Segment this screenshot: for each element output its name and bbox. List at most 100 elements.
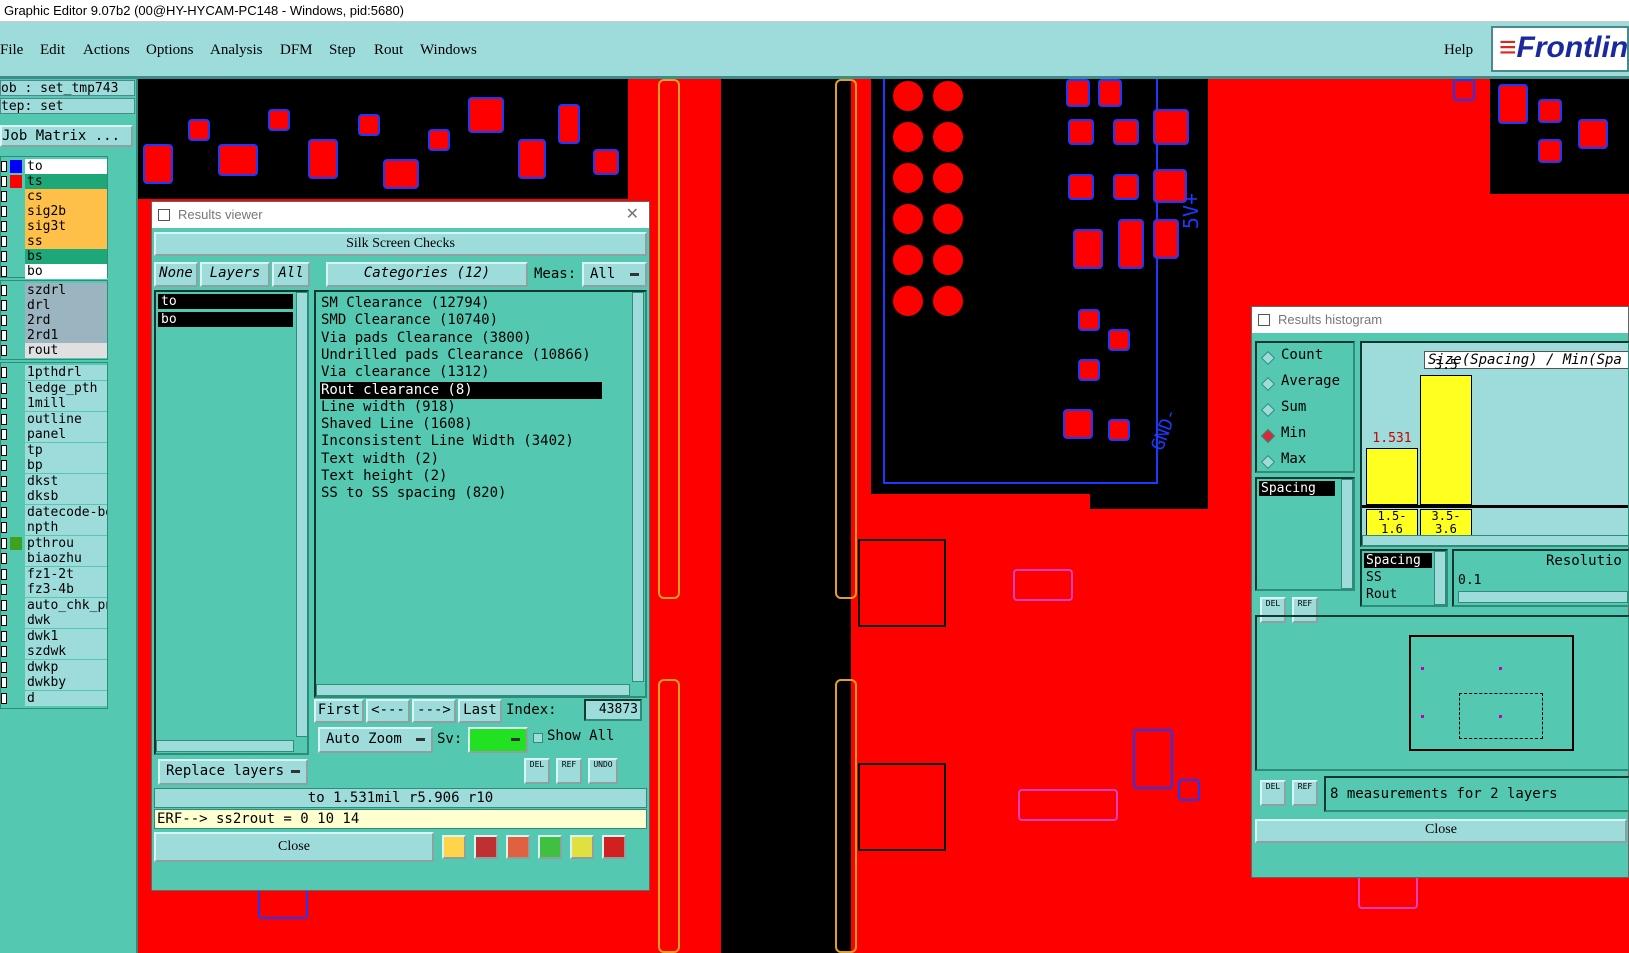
auto-zoom-dropdown[interactable]: Auto Zoom bbox=[318, 727, 433, 753]
resolution-list[interactable]: Spacing SS Rout bbox=[1360, 549, 1448, 607]
layer-name[interactable]: dwkby bbox=[25, 675, 107, 690]
layer-name[interactable]: biaozhu bbox=[25, 551, 107, 566]
layer-name[interactable]: sig2b bbox=[25, 204, 107, 219]
layer-row[interactable]: szdrl bbox=[1, 283, 111, 298]
none-button[interactable]: None bbox=[154, 262, 198, 287]
layer-name[interactable]: panel bbox=[25, 427, 107, 442]
toolbar-icon-2[interactable] bbox=[474, 835, 498, 859]
mode-radio[interactable] bbox=[1260, 454, 1276, 470]
layer-row[interactable]: bo bbox=[1, 264, 111, 279]
histogram-icon[interactable] bbox=[602, 835, 626, 859]
layer-name[interactable]: drl bbox=[25, 298, 107, 313]
layer-checkbox[interactable] bbox=[1, 522, 7, 533]
menu-file[interactable]: File bbox=[0, 42, 23, 59]
layer-row[interactable]: auto_chk_pn bbox=[1, 597, 111, 613]
layer-name[interactable]: 1pthdrl bbox=[25, 365, 107, 380]
layer-row[interactable]: dkst bbox=[1, 473, 111, 489]
layer-checkbox[interactable] bbox=[1, 176, 7, 187]
category-item[interactable]: Text width (2) bbox=[320, 451, 602, 468]
layer-name[interactable]: npth bbox=[25, 520, 107, 535]
menu-rout[interactable]: Rout bbox=[374, 42, 403, 59]
meas-dropdown[interactable]: All bbox=[582, 262, 647, 287]
preview-del-button[interactable]: DEL bbox=[1260, 780, 1286, 806]
layer-checkbox[interactable] bbox=[1, 692, 7, 704]
layer-checkbox[interactable] bbox=[1, 599, 7, 611]
category-item[interactable]: Via clearance (1312) bbox=[320, 364, 602, 381]
menu-windows[interactable]: Windows bbox=[420, 42, 477, 59]
preview-ref-button[interactable]: REF bbox=[1292, 780, 1318, 806]
next-button[interactable]: ---> bbox=[412, 699, 456, 723]
layer-row[interactable]: drl bbox=[1, 298, 111, 313]
layer-row[interactable]: rout bbox=[1, 343, 111, 358]
layer-name[interactable]: fz3-4b bbox=[25, 582, 107, 597]
layer-row[interactable]: dwkby bbox=[1, 675, 111, 690]
layer-checkbox[interactable] bbox=[1, 677, 7, 688]
layer-name[interactable]: bo bbox=[25, 264, 107, 279]
layer-checkbox[interactable] bbox=[1, 398, 7, 409]
layer-name[interactable]: szdwk bbox=[25, 644, 107, 659]
category-item[interactable]: SS to SS spacing (820) bbox=[320, 485, 602, 502]
category-item[interactable]: Shaved Line (1608) bbox=[320, 416, 602, 433]
layer-checkbox[interactable] bbox=[1, 413, 7, 425]
layer-name[interactable]: 2rd1 bbox=[25, 328, 107, 343]
menu-options[interactable]: Options bbox=[146, 42, 194, 59]
layer-name[interactable]: szdrl bbox=[25, 283, 107, 298]
layer-name[interactable]: 1mill bbox=[25, 396, 107, 411]
layer-row[interactable]: bs bbox=[1, 249, 111, 264]
layer-checkbox[interactable] bbox=[1, 285, 7, 296]
layer-name[interactable]: pthrou bbox=[25, 535, 107, 551]
layer-row[interactable]: szdwk bbox=[1, 644, 111, 659]
layer-checkbox[interactable] bbox=[1, 491, 7, 502]
mode-label[interactable]: Average bbox=[1281, 373, 1340, 389]
menu-help[interactable]: Help bbox=[1444, 42, 1473, 59]
category-item[interactable]: Undrilled pads Clearance (10866) bbox=[320, 347, 602, 364]
category-item[interactable]: Inconsistent Line Width (3402) bbox=[320, 433, 602, 450]
category-item[interactable]: Via pads Clearance (3800) bbox=[320, 330, 602, 347]
layer-checkbox[interactable] bbox=[1, 251, 7, 262]
menu-edit[interactable]: Edit bbox=[40, 42, 65, 59]
layer-row[interactable]: cs bbox=[1, 189, 111, 204]
layer-checkbox[interactable] bbox=[1, 429, 7, 440]
layer-checkbox[interactable] bbox=[1, 345, 7, 356]
layer-name[interactable]: cs bbox=[25, 189, 107, 204]
layer-row[interactable]: 1mill bbox=[1, 396, 111, 411]
mode-radio[interactable] bbox=[1260, 402, 1276, 418]
del-button[interactable]: DEL bbox=[524, 758, 550, 784]
layer-row[interactable]: dksb bbox=[1, 489, 111, 504]
layer-row[interactable]: biaozhu bbox=[1, 551, 111, 566]
layer-name[interactable]: datecode-bo bbox=[25, 504, 107, 520]
layer-row[interactable]: dwkp bbox=[1, 659, 111, 675]
last-button[interactable]: Last bbox=[458, 699, 502, 723]
mode-label[interactable]: Max bbox=[1281, 451, 1306, 467]
layer-name[interactable]: dwk bbox=[25, 613, 107, 628]
layer-name[interactable]: dksb bbox=[25, 489, 107, 504]
silk-screen-checks-header[interactable]: Silk Screen Checks bbox=[154, 232, 647, 256]
layer-row[interactable]: 1pthdrl bbox=[1, 365, 111, 380]
layer-name[interactable]: 2rd bbox=[25, 313, 107, 328]
layer-name[interactable]: tp bbox=[25, 442, 107, 458]
histogram-close-button[interactable]: Close bbox=[1255, 819, 1627, 843]
toolbar-icon-5[interactable] bbox=[570, 835, 594, 859]
resolution-slider[interactable] bbox=[1458, 591, 1628, 603]
category-item[interactable]: Line width (918) bbox=[320, 399, 602, 416]
layers-vscrollbar[interactable] bbox=[296, 292, 308, 737]
replace-layers-dropdown[interactable]: Replace layers bbox=[158, 759, 308, 785]
toolbar-icon-1[interactable] bbox=[442, 835, 466, 859]
layer-row[interactable]: pthrou bbox=[1, 535, 111, 551]
job-matrix-button[interactable]: Job Matrix ... bbox=[0, 125, 133, 147]
layer-row[interactable]: dwk1 bbox=[1, 628, 111, 644]
category-item[interactable]: SMD Clearance (10740) bbox=[320, 312, 602, 329]
layer-checkbox[interactable] bbox=[1, 553, 7, 564]
layer-row[interactable]: tp bbox=[1, 442, 111, 458]
categories-hscrollbar[interactable] bbox=[316, 684, 630, 696]
ref-button[interactable]: REF bbox=[556, 758, 582, 784]
categories-button[interactable]: Categories (12) bbox=[326, 262, 528, 287]
layer-checkbox[interactable] bbox=[1, 221, 7, 232]
prev-button[interactable]: <--- bbox=[366, 699, 410, 723]
layer-row[interactable]: ledge_pth bbox=[1, 380, 111, 396]
layers-list[interactable]: to bo bbox=[154, 290, 309, 755]
sv-color-dropdown[interactable] bbox=[468, 727, 528, 753]
mode-label[interactable]: Count bbox=[1281, 347, 1323, 363]
mode-radio[interactable] bbox=[1260, 350, 1276, 366]
mode-radio[interactable] bbox=[1260, 376, 1276, 392]
